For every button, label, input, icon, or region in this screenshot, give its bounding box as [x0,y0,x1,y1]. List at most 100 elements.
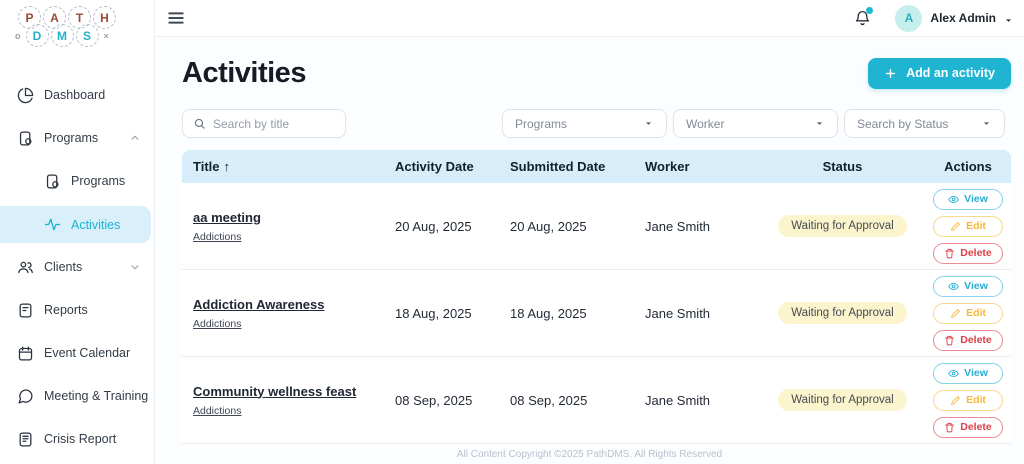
edit-button[interactable]: Edit [933,216,1003,237]
sidebar-item-clients[interactable]: Clients [0,255,154,279]
logo-letter: S [76,24,99,47]
column-header-status[interactable]: Status [760,159,925,174]
search-input[interactable] [213,117,335,131]
worker-cell: Jane Smith [645,219,760,234]
eye-icon [948,281,959,292]
delete-button[interactable]: Delete [933,417,1003,438]
table-header-row: Title↑ Activity Date Submitted Date Work… [182,150,1011,183]
sidebar-item-meeting-training[interactable]: Meeting & Training [0,384,154,408]
caret-down-icon [643,118,654,129]
status-badge: Waiting for Approval [778,215,906,237]
sidebar-item-label: Dashboard [44,88,105,102]
activity-date-cell: 18 Aug, 2025 [395,306,510,321]
caret-down-icon [1003,13,1014,24]
actions-cell: View Edit Delete [925,363,1011,438]
activity-date-cell: 08 Sep, 2025 [395,393,510,408]
topbar-right: A Alex Admin [854,5,1014,32]
trash-icon [944,422,955,433]
pencil-icon [950,395,961,406]
sort-ascending-icon: ↑ [224,159,231,174]
notification-bell-icon[interactable] [854,9,871,27]
title-cell: Addiction Awareness Addictions [193,297,395,330]
pencil-icon [950,308,961,319]
edit-button[interactable]: Edit [933,303,1003,324]
submitted-date-cell: 20 Aug, 2025 [510,219,645,234]
table-row: Addiction Awareness Addictions 18 Aug, 2… [182,270,1011,357]
plus-icon [884,67,897,80]
edit-button[interactable]: Edit [933,390,1003,411]
status-cell: Waiting for Approval [760,215,925,237]
caret-down-icon [814,118,825,129]
trash-icon [944,335,955,346]
sidebar-item-label: Activities [71,218,120,232]
submitted-date-cell: 08 Sep, 2025 [510,393,645,408]
sidebar-item-reports[interactable]: Reports [0,298,154,322]
column-header-activity-date[interactable]: Activity Date [395,159,510,174]
content-area: Activities Add an activity [155,37,1024,464]
column-header-title[interactable]: Title↑ [193,159,395,174]
delete-button[interactable]: Delete [933,330,1003,351]
table-row: Community wellness feast Addictions 08 S… [182,357,1011,444]
footer-copyright: All Content Copyright ©2025 PathDMS. All… [155,449,1024,460]
logo-left-mark: o [15,31,21,41]
column-header-submitted-date[interactable]: Submitted Date [510,159,645,174]
activity-title-link[interactable]: aa meeting [193,210,261,225]
pathdms-logo: P A T H o D M S × [0,0,154,47]
submitted-date-cell: 18 Aug, 2025 [510,306,645,321]
sidebar-item-label: Programs [44,131,98,145]
trash-icon [944,248,955,259]
main-area: A Alex Admin Activities Add an activity [155,0,1024,464]
view-button[interactable]: View [933,276,1003,297]
user-menu[interactable]: A Alex Admin [895,5,1014,32]
hamburger-menu-icon[interactable] [166,8,186,28]
search-box [182,109,346,138]
activity-title-link[interactable]: Addiction Awareness [193,297,324,312]
users-icon [17,259,34,276]
sidebar-item-event-calendar[interactable]: Event Calendar [0,341,154,365]
add-activity-button[interactable]: Add an activity [868,58,1011,89]
programs-filter-label: Programs [515,117,567,131]
worker-filter-dropdown[interactable]: Worker [673,109,838,138]
pencil-icon [950,221,961,232]
sidebar-item-label: Reports [44,303,88,317]
programs-filter-dropdown[interactable]: Programs [502,109,667,138]
status-cell: Waiting for Approval [760,389,925,411]
search-icon [193,117,206,130]
page-head: Activities Add an activity [182,51,1011,95]
title-cell: aa meeting Addictions [193,210,395,243]
view-button[interactable]: View [933,363,1003,384]
chat-bubble-icon [17,388,34,405]
pulse-icon [44,216,61,233]
activity-category-link[interactable]: Addictions [193,318,241,330]
filter-selects: Programs Worker Search by Status [502,109,1005,138]
status-badge: Waiting for Approval [778,302,906,324]
column-header-actions: Actions [925,159,1011,174]
pie-chart-icon [17,87,34,104]
sidebar-item-programs[interactable]: Programs [0,126,154,150]
column-header-worker[interactable]: Worker [645,159,760,174]
status-badge: Waiting for Approval [778,389,906,411]
sidebar-item-label: Meeting & Training [44,389,148,403]
sidebar-item-crisis-report[interactable]: Crisis Report [0,427,154,451]
worker-cell: Jane Smith [645,306,760,321]
document-icon [17,302,34,319]
sidebar-item-activities[interactable]: Activities [0,206,151,243]
sidebar-nav: Dashboard Programs Programs [0,83,154,451]
caret-down-icon [981,118,992,129]
view-button[interactable]: View [933,189,1003,210]
status-filter-dropdown[interactable]: Search by Status [844,109,1005,138]
activity-category-link[interactable]: Addictions [193,231,241,243]
sidebar-item-dashboard[interactable]: Dashboard [0,83,154,107]
clipboard-icon [44,173,61,190]
logo-letter: M [51,24,74,47]
sidebar-item-label: Clients [44,260,82,274]
activity-title-link[interactable]: Community wellness feast [193,384,356,399]
status-filter-label: Search by Status [857,117,948,131]
activities-table-body: aa meeting Addictions 20 Aug, 2025 20 Au… [182,183,1011,444]
status-cell: Waiting for Approval [760,302,925,324]
delete-button[interactable]: Delete [933,243,1003,264]
worker-cell: Jane Smith [645,393,760,408]
logo-row-bottom: o D M S × [12,24,154,47]
activity-category-link[interactable]: Addictions [193,405,241,417]
sidebar-item-programs-sub[interactable]: Programs [0,169,154,193]
